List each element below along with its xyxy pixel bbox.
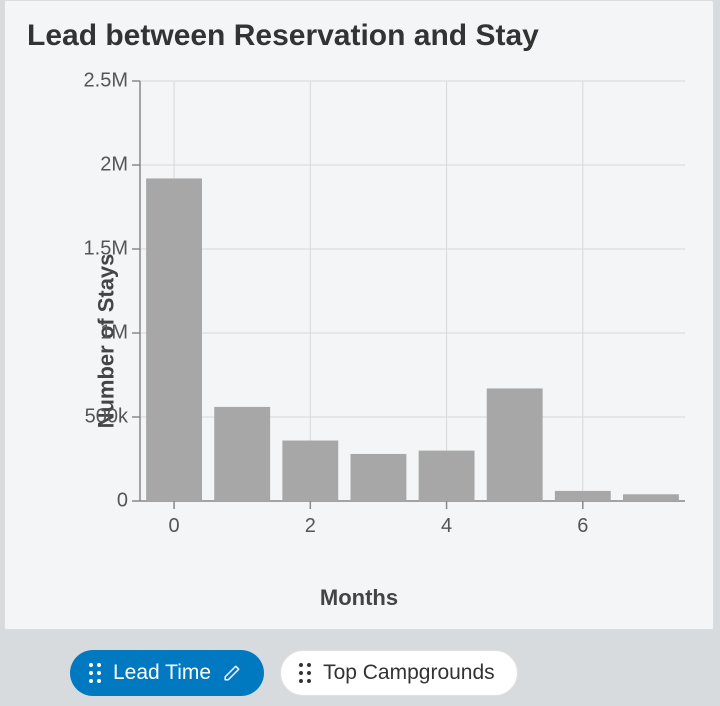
bar[interactable] <box>623 494 679 501</box>
drag-handle-icon <box>89 663 101 683</box>
chart-plot-area: Number of Stays Months 0500k1M1.5M2M2.5M… <box>5 61 713 621</box>
bar[interactable] <box>214 407 270 501</box>
bar[interactable] <box>419 451 475 501</box>
bar[interactable] <box>487 388 543 501</box>
y-tick-label: 500k <box>28 406 128 429</box>
y-tick-label: 2M <box>28 154 128 177</box>
bar[interactable] <box>282 441 338 501</box>
x-tick-label: 0 <box>169 515 180 538</box>
x-tick-label: 2 <box>305 515 316 538</box>
bar[interactable] <box>146 178 202 501</box>
pencil-icon[interactable] <box>223 664 241 682</box>
y-tick-label: 2.5M <box>28 70 128 93</box>
bar[interactable] <box>555 491 611 501</box>
tab-lead-time[interactable]: Lead Time <box>70 650 264 696</box>
y-tick-label: 1.5M <box>28 238 128 261</box>
drag-handle-icon <box>299 663 311 683</box>
x-tick-label: 6 <box>577 515 588 538</box>
y-tick-label: 0 <box>28 490 128 513</box>
tab-top-campgrounds[interactable]: Top Campgrounds <box>280 650 518 696</box>
tab-label: Top Campgrounds <box>323 661 495 685</box>
tab-label: Lead Time <box>113 661 211 685</box>
chart-title: Lead between Reservation and Stay <box>5 1 713 61</box>
chart-card: Lead between Reservation and Stay Number… <box>4 0 714 630</box>
tab-bar: Lead Time Top Campgrounds <box>0 640 720 706</box>
x-tick-label: 4 <box>441 515 452 538</box>
bar[interactable] <box>351 454 407 501</box>
y-tick-label: 1M <box>28 322 128 345</box>
